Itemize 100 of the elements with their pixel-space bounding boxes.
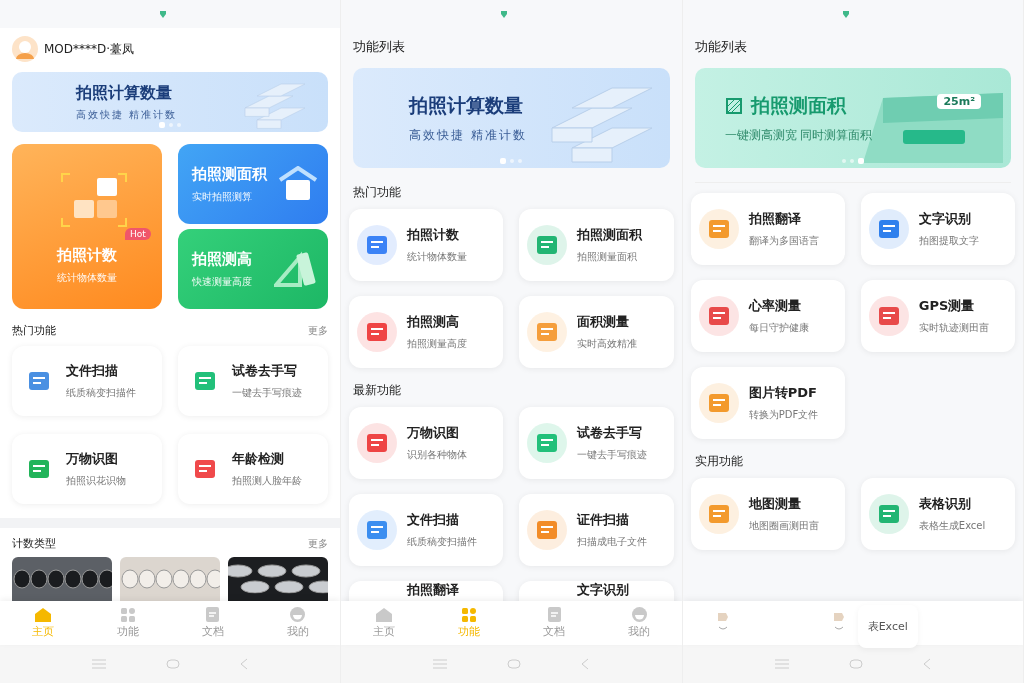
feature-card[interactable]: 拍照计数 统计物体数量 [349,209,504,281]
back-icon[interactable] [581,658,590,670]
tile-icon [527,423,568,463]
feature-card[interactable]: 证件扫描 扫描成电子文件 [519,494,674,566]
feature-subtitle: 实时高效精准 [577,337,638,351]
document-icon[interactable] [832,611,845,633]
tile-icon [527,312,568,352]
feature-card[interactable]: 万物识图 拍照识花识物 [12,434,163,504]
feature-subtitle: 识别各种物体 [407,448,468,462]
user-name: MOD****D·薹凤 [44,40,135,58]
feature-card[interactable]: 拍照测高 拍照测量高度 [349,296,504,368]
home-icon [34,607,51,622]
feature-card[interactable]: 表格识别 表格生成Excel [860,478,1015,550]
feature-title: 拍照翻译 [407,582,460,598]
tile-icon [698,296,739,336]
document-icon [206,607,220,622]
feature-subtitle: 表格生成Excel [918,519,986,533]
promo-banner[interactable]: 拍照计算数量 高效快捷 精准计数 [353,68,670,168]
home-button-icon[interactable] [507,659,522,669]
feature-subtitle: 纸质稿变扫描件 [407,535,478,549]
page-dot[interactable] [841,159,846,163]
profile-icon [290,607,306,622]
section-title: 热门功能 [353,184,402,201]
promo-banner[interactable]: 拍照测面积 一键测高测宽 同时测算面积 25m² [694,68,1011,168]
page-title: 功能列表 [693,38,748,56]
feature-card[interactable]: 年龄检测 拍照测人脸年龄 [178,434,329,504]
page-dot[interactable] [849,159,854,163]
section-title: 最新功能 [353,382,402,399]
house-icon [278,166,319,202]
feature-card[interactable]: 文件扫描 纸质稿变扫描件 [12,346,163,416]
feature-subtitle: 每日守护健康 [748,321,809,335]
feature-card[interactable]: GPS测量 实时轨迹测田亩 [860,280,1015,352]
feature-title: 心率测量 [748,297,802,315]
tile-icon [527,225,568,265]
tile-icon [357,423,398,463]
hero-subtitle: 统计物体数量 [57,271,118,285]
more-link[interactable]: 更多 [308,323,329,338]
feature-title: 拍照计数 [407,226,461,244]
tile-icon [357,312,398,352]
tile-icon [698,494,739,534]
feature-card[interactable]: 试卷去手写 一键去手写痕迹 [178,346,329,416]
feature-title: 文字识别 [577,582,630,598]
feature-card[interactable]: 地图测量 地图圈画测田亩 [690,478,845,550]
feature-subtitle: 拍照测人脸年龄 [232,474,303,488]
tile-icon [868,494,909,534]
banner-subtitle: 一键测高测宽 同时测算面积 [724,126,874,144]
profile-icon [631,607,647,622]
feature-title: 面积测量 [577,313,631,331]
feature-subtitle: 翻译为多国语言 [748,234,819,248]
feature-card[interactable]: 拍照测面积 拍照测量面积 [519,209,674,281]
feature-subtitle: 实时轨迹测田亩 [918,321,989,335]
feature-card[interactable]: 万物识图 识别各种物体 [349,407,504,479]
hero-title: 拍照测面积 [192,164,269,184]
feature-title: 万物识图 [407,424,461,442]
tile-icon [698,209,739,249]
tile-icon [698,383,739,423]
section-title: 实用功能 [694,453,743,470]
feature-card[interactable]: 面积测量 实时高效精准 [519,296,674,368]
feature-card[interactable]: 试卷去手写 一键去手写痕迹 [519,407,674,479]
feature-card[interactable]: 图片转PDF 转换为PDF文件 [690,367,845,439]
feature-card[interactable]: 文字识别 [519,581,674,601]
feature-card[interactable]: 心率测量 每日守护健康 [690,280,845,352]
feature-card[interactable]: 拍照翻译 翻译为多国语言 [690,193,845,265]
feature-title: 拍照测面积 [577,226,643,244]
feature-title: 图片转PDF [748,384,818,402]
feature-card[interactable]: 拍照翻译 [349,581,504,601]
feature-title: 试卷去手写 [577,424,644,442]
document-icon[interactable] [716,611,729,633]
number-blocks-drawing [60,172,128,228]
grid-icon [461,607,476,622]
feature-title: GPS测量 [918,297,976,315]
feature-card[interactable]: 文件扫描 纸质稿变扫描件 [349,494,504,566]
avatar-icon[interactable] [12,36,38,62]
feature-title: 表格识别 [918,495,972,513]
feature-title: 拍照翻译 [748,210,802,228]
status-icon [842,10,849,18]
back-icon[interactable] [922,658,931,670]
status-icon [160,10,166,18]
section-title: 热门功能 [12,323,56,338]
feature-subtitle: 拍照测量面积 [577,250,639,264]
feature-title: 拍照测高 [407,313,461,331]
more-link[interactable]: 更多 [308,536,329,551]
home-button-icon[interactable] [166,659,181,669]
feature-card[interactable]: 文字识别 拍图提取文字 [860,193,1015,265]
hero-title: 拍照计数 [57,246,118,265]
page-title: 功能列表 [352,38,407,56]
home-icon [375,607,392,622]
feature-subtitle: 转换为PDF文件 [748,408,819,422]
area-icon [724,96,743,115]
feature-subtitle: 一键去手写痕迹 [577,448,648,462]
promo-banner[interactable]: 拍照计算数量 高效快捷 精准计数 [12,72,329,132]
back-icon[interactable] [240,658,249,670]
feature-subtitle: 纸质稿变扫描件 [66,386,136,400]
banner-subtitle: 高效快捷 精准计数 [409,126,529,144]
document-icon [547,607,561,622]
feature-title: 文件扫描 [66,362,119,380]
home-button-icon[interactable] [848,659,863,669]
feature-subtitle: 拍照识花识物 [66,474,126,488]
feature-subtitle: 拍图提取文字 [918,234,979,248]
hot-badge: Hot [125,228,151,240]
